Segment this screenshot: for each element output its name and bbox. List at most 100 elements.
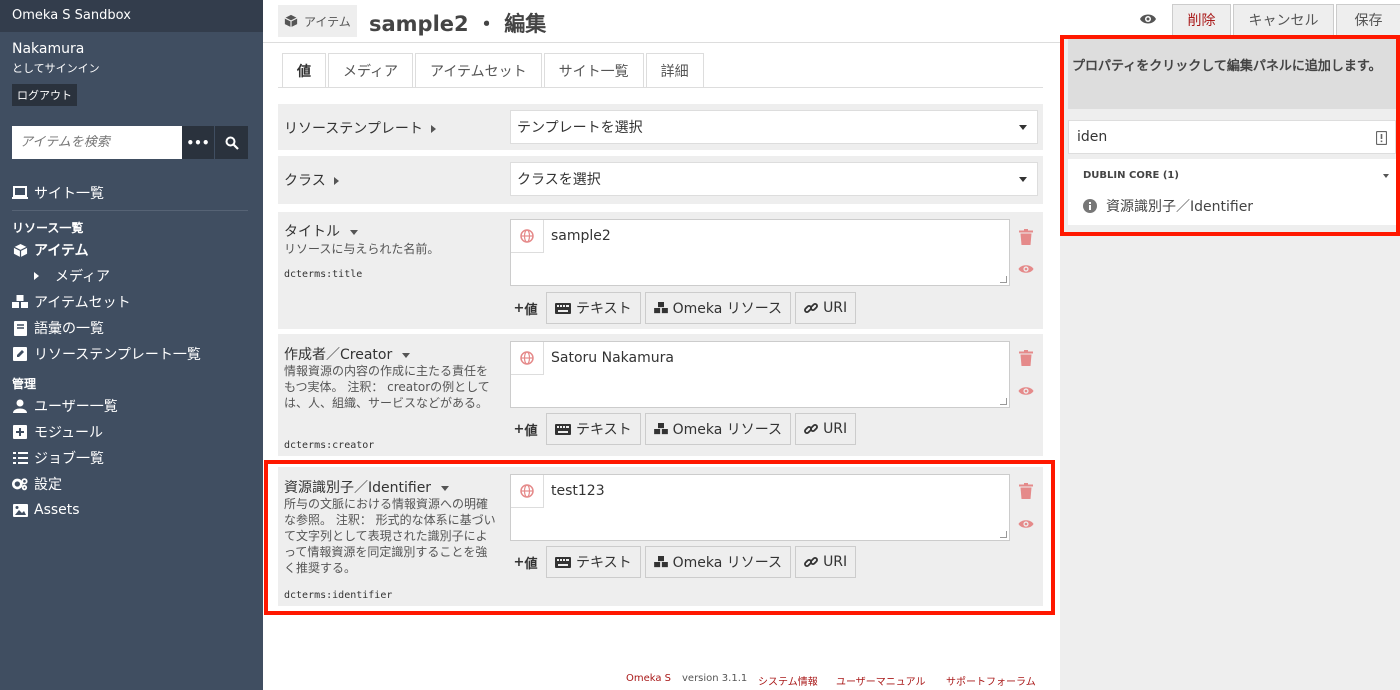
language-button[interactable]: [511, 220, 544, 253]
tab-sites[interactable]: サイト一覧: [543, 53, 644, 88]
link-icon: [804, 424, 819, 434]
globe-icon: [520, 351, 534, 365]
nav-users[interactable]: ユーザー一覧: [12, 393, 248, 419]
nav-vocabularies[interactable]: 語彙の一覧: [12, 315, 248, 341]
value-input[interactable]: sample2: [510, 219, 1010, 286]
image-icon: [12, 502, 28, 518]
class-label[interactable]: クラス: [284, 170, 339, 190]
value-buttons: + 値 テキスト Omeka リソース URI: [510, 413, 860, 445]
section-tabs: 値 メディア アイテムセット サイト一覧 詳細: [282, 53, 706, 88]
property-term: dcterms:creator: [284, 440, 375, 451]
edit-icon: [12, 346, 28, 362]
nav-modules-label: モジュール: [34, 425, 104, 441]
trash-icon[interactable]: [1019, 350, 1033, 366]
add-uri-button[interactable]: URI: [795, 292, 857, 324]
language-button[interactable]: [511, 342, 544, 375]
eye-icon[interactable]: [1018, 385, 1034, 397]
add-value-button[interactable]: + 値: [510, 413, 541, 445]
property-description: 情報資源の内容の作成に主たる責任をもつ実体。 注釈： creatorの例としては…: [284, 364, 490, 410]
cogs-icon: [12, 476, 28, 492]
tab-item-sets[interactable]: アイテムセット: [415, 53, 542, 88]
page-title: sample2 ・ 編集: [369, 12, 547, 36]
book-icon: [12, 320, 28, 336]
tab-media[interactable]: メディア: [328, 53, 414, 88]
cube-icon: [12, 242, 28, 258]
footer-version: version 3.1.1: [682, 673, 748, 684]
tasks-icon: [12, 450, 28, 466]
caret-right-icon: [34, 272, 39, 280]
add-uri-button[interactable]: URI: [795, 413, 857, 445]
plus-square-icon: [12, 424, 28, 440]
cubes-icon: [653, 423, 668, 435]
user-icon: [12, 398, 28, 414]
identifier-highlight-box: [264, 460, 1055, 615]
nav-settings-label: 設定: [34, 477, 62, 493]
property-name[interactable]: タイトル: [284, 221, 358, 241]
username[interactable]: Nakamura: [12, 41, 251, 57]
footer-system-info[interactable]: システム情報: [758, 673, 818, 688]
dropdown-arrow-icon: [1019, 177, 1027, 182]
nav-items[interactable]: アイテム: [12, 237, 248, 263]
delete-button[interactable]: 削除: [1172, 4, 1231, 36]
globe-icon: [520, 229, 534, 243]
value-input[interactable]: Satoru Nakamura: [510, 341, 1010, 408]
add-resource-button[interactable]: Omeka リソース: [644, 413, 792, 445]
footer-brand[interactable]: Omeka S: [626, 673, 671, 684]
footer-support-forum[interactable]: サポートフォーラム: [946, 673, 1036, 688]
link-icon: [804, 303, 819, 313]
search-button[interactable]: [214, 126, 248, 159]
sidebar: Omeka S Sandbox Nakamura としてサインイン ログアウト …: [0, 0, 263, 690]
user-info: Nakamura としてサインイン ログアウト: [0, 32, 263, 106]
nav-assets-label: Assets: [34, 502, 80, 518]
search-form: •••: [12, 126, 248, 159]
cubes-icon: [653, 302, 668, 314]
tab-advanced[interactable]: 詳細: [645, 53, 704, 88]
property-row-title: タイトル リソースに与えられた名前。 dcterms:title sample2…: [278, 212, 1043, 329]
nav-assets[interactable]: Assets: [12, 497, 248, 523]
nav-modules[interactable]: モジュール: [12, 419, 248, 445]
property-description: リソースに与えられた名前。: [284, 242, 440, 256]
property-name[interactable]: 作成者／Creator: [284, 344, 411, 364]
nav-vocabularies-label: 語彙の一覧: [34, 321, 104, 337]
resize-handle[interactable]: [1000, 398, 1007, 405]
value-text: sample2: [551, 228, 611, 244]
add-value-button[interactable]: + 値: [510, 292, 541, 324]
nav-item-sets[interactable]: アイテムセット: [12, 289, 248, 315]
add-text-button[interactable]: テキスト: [546, 292, 641, 324]
footer-user-manual[interactable]: ユーザーマニュアル: [836, 673, 926, 688]
class-row: クラス クラスを選択: [278, 156, 1043, 204]
tab-values[interactable]: 値: [282, 53, 326, 88]
nav-settings[interactable]: 設定: [12, 471, 248, 497]
save-button[interactable]: 保存: [1336, 4, 1400, 36]
template-row: リソーステンプレート テンプレートを選択: [278, 104, 1043, 150]
caret-down-icon: [402, 352, 411, 358]
laptop-icon: [12, 185, 28, 201]
trash-icon[interactable]: [1019, 229, 1033, 245]
keyboard-icon: [555, 302, 571, 314]
class-select[interactable]: クラスを選択: [510, 162, 1038, 196]
resource-type-badge: アイテム: [278, 5, 357, 37]
template-label[interactable]: リソーステンプレート: [284, 118, 436, 138]
search-input[interactable]: [12, 126, 182, 159]
site-name[interactable]: Omeka S Sandbox: [0, 0, 263, 32]
template-select[interactable]: テンプレートを選択: [510, 110, 1038, 144]
nav-jobs[interactable]: ジョブ一覧: [12, 445, 248, 471]
advanced-search-button[interactable]: •••: [182, 126, 214, 159]
cancel-button[interactable]: キャンセル: [1233, 4, 1334, 36]
resize-handle[interactable]: [1000, 276, 1007, 283]
property-row-creator: 作成者／Creator 情報資源の内容の作成に主たる責任をもつ実体。 注釈： c…: [278, 334, 1043, 456]
cube-icon: [284, 14, 298, 28]
plus-icon: +: [513, 421, 525, 437]
nav-templates[interactable]: リソーステンプレート一覧: [12, 341, 248, 367]
add-text-button[interactable]: テキスト: [546, 413, 641, 445]
eye-icon[interactable]: [1139, 12, 1157, 26]
nav-media[interactable]: メディア: [12, 263, 248, 289]
nav-jobs-label: ジョブ一覧: [34, 451, 104, 467]
logout-button[interactable]: ログアウト: [12, 84, 77, 106]
add-resource-button[interactable]: Omeka リソース: [644, 292, 792, 324]
caret-down-icon: [350, 229, 358, 235]
nav-sites[interactable]: サイト一覧: [12, 180, 248, 206]
nav-section-admin: 管理: [12, 376, 37, 391]
value-buttons: + 値 テキスト Omeka リソース URI: [510, 292, 860, 324]
eye-icon[interactable]: [1018, 263, 1034, 275]
